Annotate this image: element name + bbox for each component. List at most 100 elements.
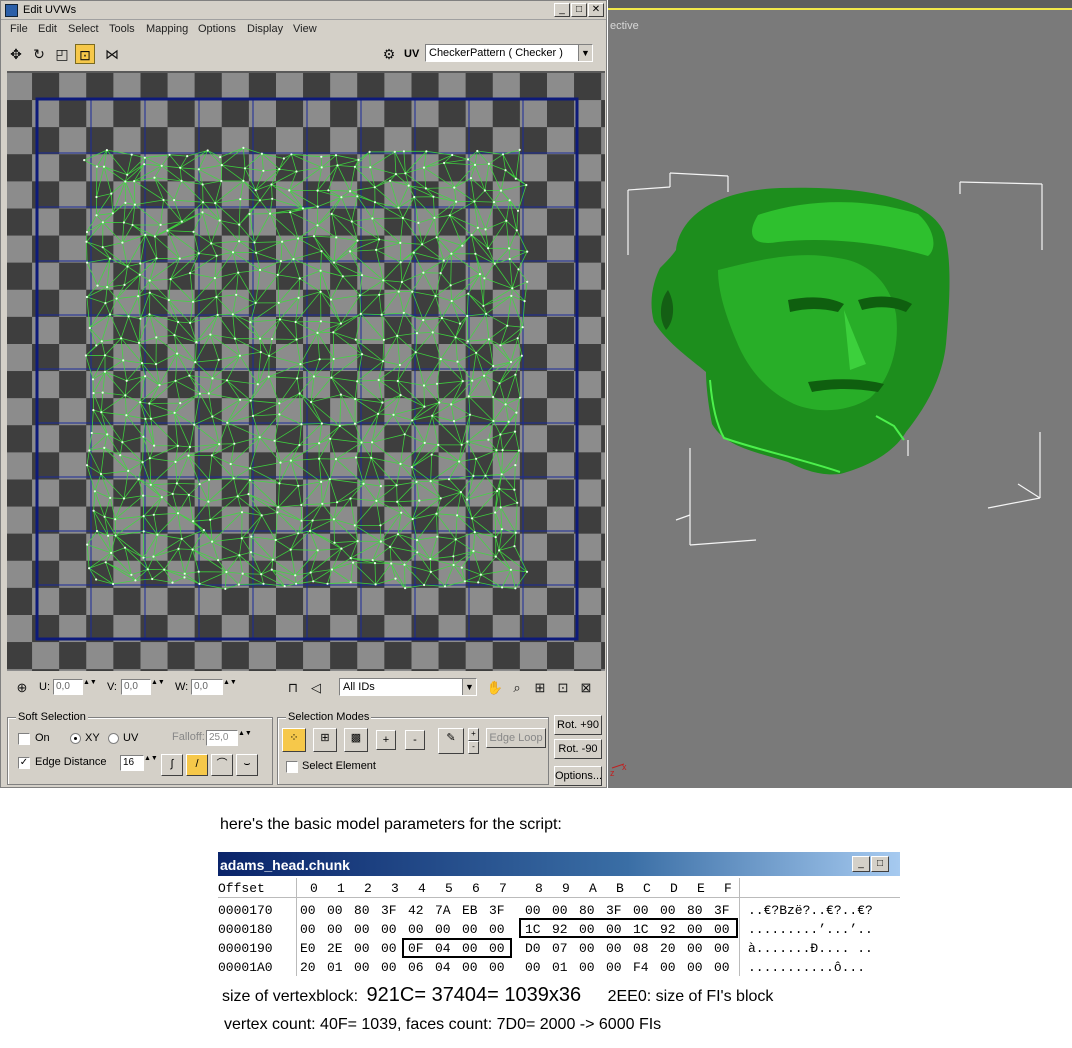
hex-byte[interactable]: 00 bbox=[354, 960, 370, 975]
uv-vertex[interactable] bbox=[518, 148, 521, 151]
uv-vertex[interactable] bbox=[340, 196, 343, 199]
uv-vertex[interactable] bbox=[415, 480, 418, 483]
uv-vertex[interactable] bbox=[509, 568, 512, 571]
hex-byte[interactable]: 00 bbox=[327, 903, 343, 918]
uv-vertex[interactable] bbox=[142, 494, 145, 497]
xy-radio[interactable] bbox=[70, 733, 81, 744]
uv-vertex[interactable] bbox=[107, 534, 110, 537]
uv-vertex[interactable] bbox=[335, 236, 338, 239]
uv-vertex[interactable] bbox=[187, 493, 190, 496]
uv-vertex[interactable] bbox=[360, 274, 364, 277]
menu-display[interactable]: Display bbox=[247, 23, 283, 35]
uv-vertex[interactable] bbox=[95, 344, 98, 347]
uv-vertex[interactable] bbox=[256, 383, 259, 386]
uv-vertex[interactable] bbox=[515, 229, 518, 232]
uv-vertex[interactable] bbox=[526, 250, 529, 253]
uv-vertex[interactable] bbox=[329, 298, 333, 301]
uv-vertex[interactable] bbox=[467, 395, 470, 398]
uv-vertex[interactable] bbox=[389, 545, 392, 548]
uv-vertex[interactable] bbox=[526, 280, 529, 283]
hex-byte[interactable]: 00 bbox=[327, 922, 343, 937]
uv-vertex[interactable] bbox=[499, 189, 503, 192]
uv-vertex[interactable] bbox=[336, 164, 339, 167]
uv-vertex[interactable] bbox=[240, 537, 243, 540]
hex-byte[interactable]: 04 bbox=[435, 960, 451, 975]
uv-vertex[interactable] bbox=[279, 260, 282, 263]
uv-vertex[interactable] bbox=[239, 398, 242, 401]
uv-vertex[interactable] bbox=[360, 353, 364, 356]
uv-vertex[interactable] bbox=[403, 433, 406, 436]
uv-vertex[interactable] bbox=[125, 379, 128, 382]
checker-icon[interactable]: ⚙ bbox=[379, 44, 399, 64]
uv-vertex[interactable] bbox=[269, 212, 272, 215]
uv-vertex[interactable] bbox=[92, 509, 95, 512]
uv-vertex[interactable] bbox=[400, 511, 403, 514]
uv-vertex[interactable] bbox=[102, 165, 106, 168]
uv-vertex[interactable] bbox=[492, 201, 496, 204]
uv-vertex[interactable] bbox=[443, 161, 446, 165]
uv-vertex[interactable] bbox=[460, 566, 463, 569]
uv-vertex[interactable] bbox=[397, 290, 400, 293]
uv-vertex[interactable] bbox=[195, 341, 198, 344]
uv-vertex[interactable] bbox=[175, 482, 178, 485]
uv-vertex[interactable] bbox=[350, 220, 353, 223]
uv-vertex[interactable] bbox=[466, 498, 469, 501]
uv-vertex[interactable] bbox=[270, 183, 273, 186]
uv-vertex[interactable] bbox=[356, 380, 359, 383]
uv-vertex[interactable] bbox=[513, 545, 516, 548]
uv-vertex[interactable] bbox=[139, 401, 142, 404]
uv-vertex[interactable] bbox=[318, 358, 321, 361]
uv-vertex[interactable] bbox=[176, 352, 179, 355]
uv-vertex[interactable] bbox=[438, 401, 441, 404]
uv-vertex[interactable] bbox=[144, 417, 147, 420]
hex-byte[interactable]: 00 bbox=[381, 941, 397, 956]
uv-vertex[interactable] bbox=[369, 166, 372, 169]
uv-vertex[interactable] bbox=[509, 360, 513, 364]
ids-select[interactable]: All IDs ▼ bbox=[339, 678, 477, 696]
uv-vertex[interactable] bbox=[262, 169, 265, 172]
uv-vertex[interactable] bbox=[422, 319, 425, 322]
menu-file[interactable]: File bbox=[10, 23, 28, 35]
uv-vertex[interactable] bbox=[316, 331, 319, 334]
uv-vertex[interactable] bbox=[439, 358, 442, 361]
uv-vertex[interactable] bbox=[501, 449, 504, 452]
vertex-mode-icon[interactable]: ⁘ bbox=[282, 728, 306, 752]
uv-vertex[interactable] bbox=[316, 205, 319, 208]
uv-vertex[interactable] bbox=[449, 284, 452, 287]
uv-vertex[interactable] bbox=[320, 250, 323, 253]
hex-byte[interactable]: 00 bbox=[687, 960, 703, 975]
uv-vertex[interactable] bbox=[439, 272, 442, 275]
uv-vertex[interactable] bbox=[276, 273, 279, 276]
uv-vertex[interactable] bbox=[471, 517, 474, 520]
hex-byte[interactable]: 3F bbox=[489, 903, 505, 918]
uv-vertex[interactable] bbox=[250, 535, 253, 538]
uv-vertex[interactable] bbox=[437, 443, 440, 446]
uv-vertex[interactable] bbox=[235, 293, 238, 296]
uv-vertex[interactable] bbox=[209, 333, 212, 336]
uv-vertex[interactable] bbox=[328, 478, 331, 481]
uv-vertex[interactable] bbox=[411, 517, 414, 521]
uv-vertex[interactable] bbox=[432, 195, 435, 198]
uv-vertex[interactable] bbox=[521, 326, 524, 329]
uv-vertex[interactable] bbox=[381, 401, 384, 404]
uv-vertex[interactable] bbox=[360, 441, 363, 444]
uv-vertex[interactable] bbox=[155, 257, 158, 260]
uv-vertex[interactable] bbox=[289, 211, 292, 214]
hex-byte[interactable]: 00 bbox=[633, 903, 649, 918]
uv-vertex[interactable] bbox=[356, 195, 359, 198]
uv-vertex[interactable] bbox=[378, 238, 381, 241]
uv-vertex[interactable] bbox=[508, 199, 511, 202]
uv-vertex[interactable] bbox=[389, 179, 392, 182]
menu-options[interactable]: Options bbox=[198, 23, 236, 35]
uv-vertex[interactable] bbox=[316, 224, 319, 227]
hex-byte[interactable]: 2E bbox=[327, 941, 343, 956]
uv-vertex[interactable] bbox=[177, 547, 180, 550]
uv-vertex[interactable] bbox=[452, 555, 455, 558]
uv-vertex[interactable] bbox=[191, 548, 194, 551]
uv-vertex[interactable] bbox=[174, 460, 177, 463]
uv-vertex[interactable] bbox=[525, 183, 528, 187]
uv-vertex[interactable] bbox=[104, 302, 107, 305]
uv-vertex[interactable] bbox=[320, 155, 323, 158]
uv-vertex[interactable] bbox=[115, 297, 118, 300]
uv-vertex[interactable] bbox=[171, 581, 174, 584]
